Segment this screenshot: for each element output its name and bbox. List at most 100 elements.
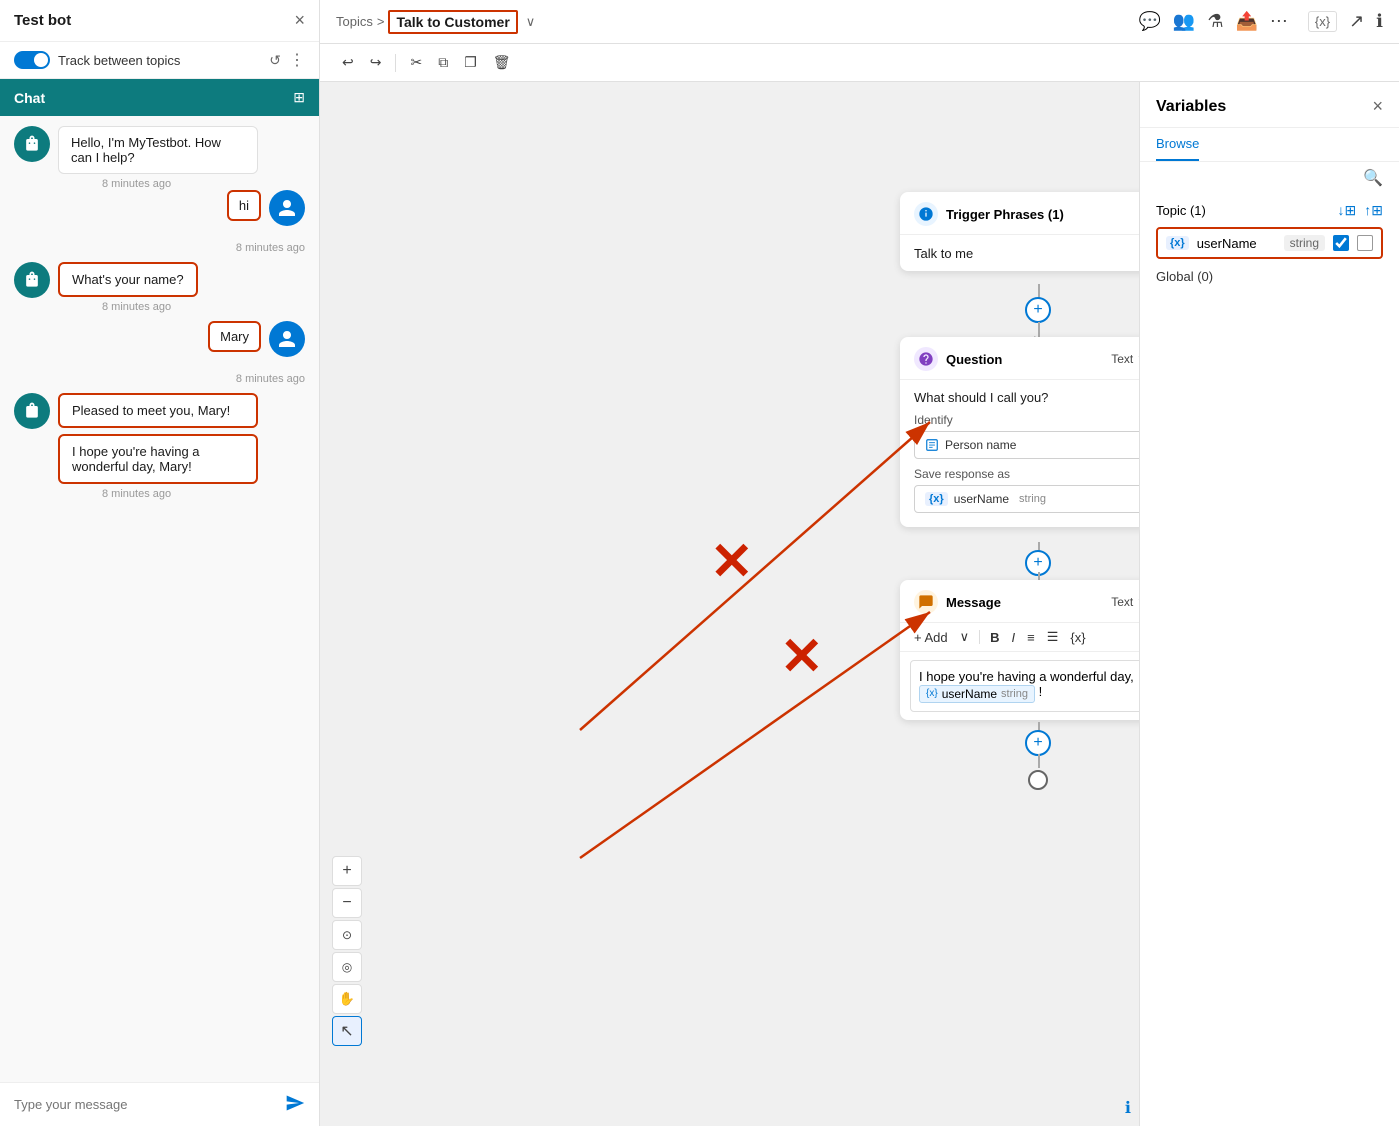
more-options-icon[interactable]: ⋮ [289,50,305,70]
canvas-info-button[interactable]: ℹ [1125,1098,1131,1118]
share-icon[interactable]: 📤 [1235,11,1257,32]
chat-message-bot-3: Pleased to meet you, Mary! I hope you're… [14,393,305,500]
variables-topic-label: Topic (1) [1156,203,1206,218]
bot-message-1-time: 8 minutes ago [102,178,258,190]
message-node-title: Message [946,595,1001,610]
topbar: Topics > Talk to Customer ∨ 💬 👥 ⚗ 📤 ⋯ {x… [320,0,1399,44]
var-item-checkbox-checked[interactable] [1333,235,1349,251]
redo-button[interactable]: ↪ [364,50,388,75]
sidebar-close-button[interactable]: × [294,10,305,31]
question-type-dropdown[interactable]: Text ∨ [1111,352,1139,366]
message-suffix: ! [1039,684,1043,699]
list-button[interactable]: ≡ [1023,628,1039,647]
var-item-icon: {x} [1166,236,1189,250]
cut-button[interactable]: ✂ [404,50,428,75]
variables-header: Variables × [1140,82,1399,128]
analytics-icon[interactable]: ↗ [1349,11,1364,32]
question-type-chevron: ∨ [1137,352,1139,366]
delete-button[interactable]: 🗑 [487,50,517,75]
trigger-node-body: Talk to me [900,235,1139,271]
user-message-2-time: 8 minutes ago [14,373,305,385]
message-node-icon [914,590,938,614]
paste-button[interactable]: ❐ [458,50,483,75]
refresh-icon[interactable]: ↺ [269,52,281,69]
message-type-chevron: ∨ [1137,595,1139,609]
test-icon[interactable]: ⚗ [1207,11,1223,32]
trigger-phrase-text: Talk to me [914,246,973,261]
connector-3b [1038,754,1040,768]
undo-button[interactable]: ↩ [336,50,360,75]
tab-browse[interactable]: Browse [1156,128,1199,161]
message-type-dropdown[interactable]: Text ∨ [1111,595,1139,609]
zoom-in-button[interactable]: + [332,856,362,886]
variables-global-section: Global (0) [1156,269,1383,284]
bot-message-1: Hello, I'm MyTestbot. How can I help? [58,126,258,174]
fit-view-button[interactable]: ⊙ [332,920,362,950]
message-node-header: Message Text ∨ ⋮ [900,580,1139,623]
user-message-2: Mary [208,321,261,352]
variables-topic-section: Topic (1) ↓⊞ ↑⊞ [1156,202,1383,219]
variables-tabs: Browse [1140,128,1399,162]
bot-avatar-2 [14,262,50,298]
cursor-tool-button[interactable]: ↖ [332,1016,362,1046]
msg-var-icon: {x} [926,688,938,699]
add-btn-3[interactable]: + [1025,730,1051,756]
trigger-node-title: Trigger Phrases (1) [946,207,1064,222]
trigger-node-icon [914,202,938,226]
info-icon[interactable]: ℹ [1376,11,1383,32]
bullet-button[interactable]: ☰ [1043,627,1063,647]
bot-message-3: Pleased to meet you, Mary! [58,393,258,428]
save-var-icon: {x} [925,492,948,506]
variables-import-button[interactable]: ↓⊞ [1338,202,1357,219]
hand-tool-button[interactable]: ✋ [332,984,362,1014]
variables-panel: Variables × Browse 🔍 Topic (1) ↓⊞ [1139,82,1399,1126]
breadcrumb-chevron-icon[interactable]: ∨ [526,14,536,30]
user-message-1-time: 8 minutes ago [14,242,305,254]
save-var-name: userName [954,492,1009,506]
message-content: ⧉ I hope you're having a wonderful day, … [900,652,1139,720]
variables-search-icon[interactable]: 🔍 [1363,168,1383,188]
bold-button[interactable]: B [986,628,1003,647]
variables-export-button[interactable]: ↑⊞ [1364,202,1383,219]
track-toggle[interactable] [14,51,50,69]
variables-section-actions: ↓⊞ ↑⊞ [1338,202,1383,219]
breadcrumb-current: Talk to Customer [388,10,517,34]
chat-message-user-2: Mary [14,321,305,357]
save-label: Save response as [914,467,1139,481]
comment-icon[interactable]: 💬 [1138,11,1160,32]
chat-input[interactable] [14,1097,285,1112]
user-avatar-2 [269,321,305,357]
topbar-icons: 💬 👥 ⚗ 📤 ⋯ {x} ↗ ℹ [1138,11,1383,32]
variable-item-username: {x} userName string [1156,227,1383,259]
add-content-button[interactable]: + Add [910,628,952,647]
identify-pill[interactable]: Person name > [914,431,1139,459]
question-text: What should I call you? [914,390,1139,405]
zoom-out-button[interactable]: − [332,888,362,918]
save-var-type: string [1019,493,1046,505]
message-text: I hope you're having a wonderful day, [919,669,1134,684]
copy-button[interactable]: ⧉ [432,50,454,75]
breadcrumb-topics-link[interactable]: Topics [336,14,373,29]
more-topbar-icon[interactable]: ⋯ [1270,11,1288,32]
bot-message-3-time: 8 minutes ago [102,488,258,500]
sidebar-header: Test bot × [0,0,319,42]
chat-pin-icon[interactable]: ⊞ [293,89,305,106]
add-chevron-button[interactable]: ∨ [956,627,974,647]
question-type-label: Text [1111,352,1133,366]
save-pill[interactable]: {x} userName string > [914,485,1139,513]
italic-button[interactable]: I [1008,628,1020,647]
people-icon[interactable]: 👥 [1173,11,1195,32]
message-var-badge: {x} userName string [919,685,1035,703]
chat-header: Chat ⊞ [0,79,319,116]
send-button[interactable] [285,1093,305,1116]
var-item-checkbox-empty[interactable] [1357,235,1373,251]
message-text-area[interactable]: ⧉ I hope you're having a wonderful day, … [910,660,1139,712]
add-btn-1[interactable]: + [1025,297,1051,323]
breadcrumb: Topics > Talk to Customer ∨ [336,10,535,34]
center-button[interactable]: ◎ [332,952,362,982]
edit-toolbar: ↩ ↪ ✂ ⧉ ❐ 🗑 [320,44,1399,82]
chat-message-bot-1: Hello, I'm MyTestbot. How can I help? 8 … [14,126,305,190]
variable-insert-button[interactable]: {x} [1066,628,1089,647]
variables-close-button[interactable]: × [1372,96,1383,117]
chat-message-bot-2: What's your name? 8 minutes ago [14,262,305,313]
